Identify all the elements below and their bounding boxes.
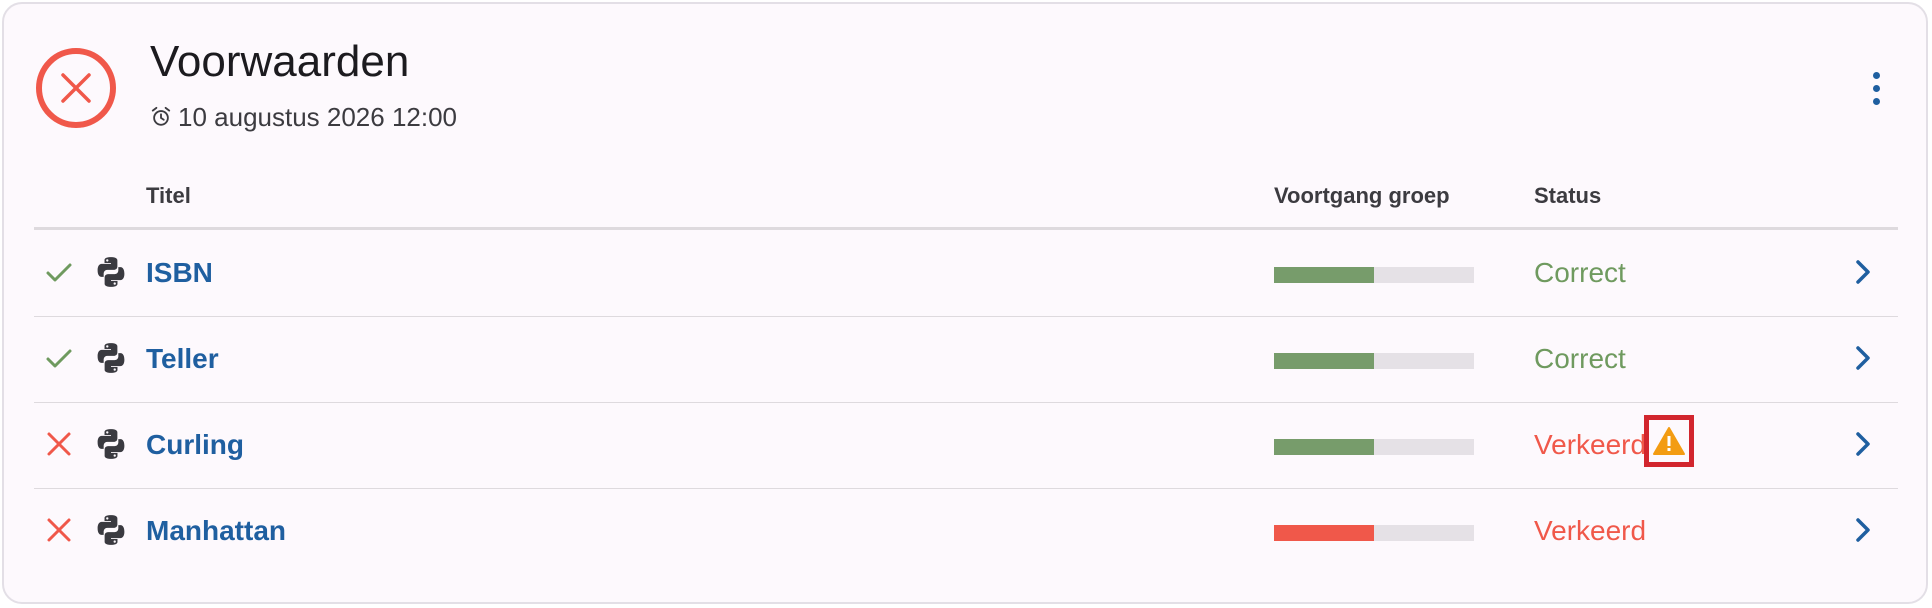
warning-badge[interactable] <box>1644 415 1694 467</box>
header-divider <box>34 227 1898 230</box>
close-icon <box>47 518 71 542</box>
exercise-title-link[interactable]: Manhattan <box>146 515 286 547</box>
column-header-progress: Voortgang groep <box>1274 183 1450 208</box>
deadline-text: 10 augustus 2026 12:00 <box>178 101 458 132</box>
group-progress-bar <box>1274 525 1474 541</box>
row-divider <box>34 316 1898 317</box>
table-row[interactable]: Curling Verkeerd <box>34 403 1898 487</box>
warning-icon <box>1653 427 1685 455</box>
row-divider <box>34 488 1898 489</box>
table-row[interactable]: ISBN Correct <box>34 231 1898 315</box>
status-label: Correct <box>1534 257 1626 288</box>
chevron-right-icon[interactable] <box>1848 429 1878 459</box>
chevron-right-icon[interactable] <box>1848 343 1878 373</box>
status-label: Verkeerd <box>1534 515 1647 546</box>
column-header-status: Status <box>1534 183 1602 208</box>
table-row[interactable]: Teller Correct <box>34 317 1898 401</box>
status-label: Verkeerd <box>1534 429 1647 460</box>
check-icon <box>46 263 72 282</box>
table-row[interactable]: Manhattan Verkeerd <box>34 489 1898 573</box>
close-icon <box>47 432 71 456</box>
series-status-indicator <box>36 48 116 128</box>
exercise-title-link[interactable]: Teller <box>146 343 219 375</box>
series-title: Voorwaarden <box>150 37 410 86</box>
more-options-button[interactable] <box>1862 64 1890 112</box>
group-progress-fill <box>1274 267 1374 283</box>
close-icon <box>61 73 91 103</box>
python-icon <box>94 513 128 547</box>
alarm-clock-icon <box>151 106 171 126</box>
group-progress-fill <box>1274 525 1374 541</box>
group-progress-bar <box>1274 439 1474 455</box>
chevron-right-icon[interactable] <box>1848 257 1878 287</box>
group-progress-bar <box>1274 353 1474 369</box>
python-icon <box>94 341 128 375</box>
chevron-right-icon[interactable] <box>1848 515 1878 545</box>
python-icon <box>94 427 128 461</box>
status-label: Correct <box>1534 343 1626 374</box>
deadline: 10 augustus 2026 12:00 <box>150 100 457 134</box>
python-icon <box>94 255 128 289</box>
row-divider <box>34 402 1898 403</box>
exercise-title-link[interactable]: ISBN <box>146 257 213 289</box>
more-vertical-icon <box>1872 71 1880 79</box>
check-icon <box>46 349 72 368</box>
group-progress-fill <box>1274 353 1374 369</box>
column-header-title: Titel <box>146 183 191 208</box>
group-progress-bar <box>1274 267 1474 283</box>
group-progress-fill <box>1274 439 1374 455</box>
exercise-title-link[interactable]: Curling <box>146 429 244 461</box>
